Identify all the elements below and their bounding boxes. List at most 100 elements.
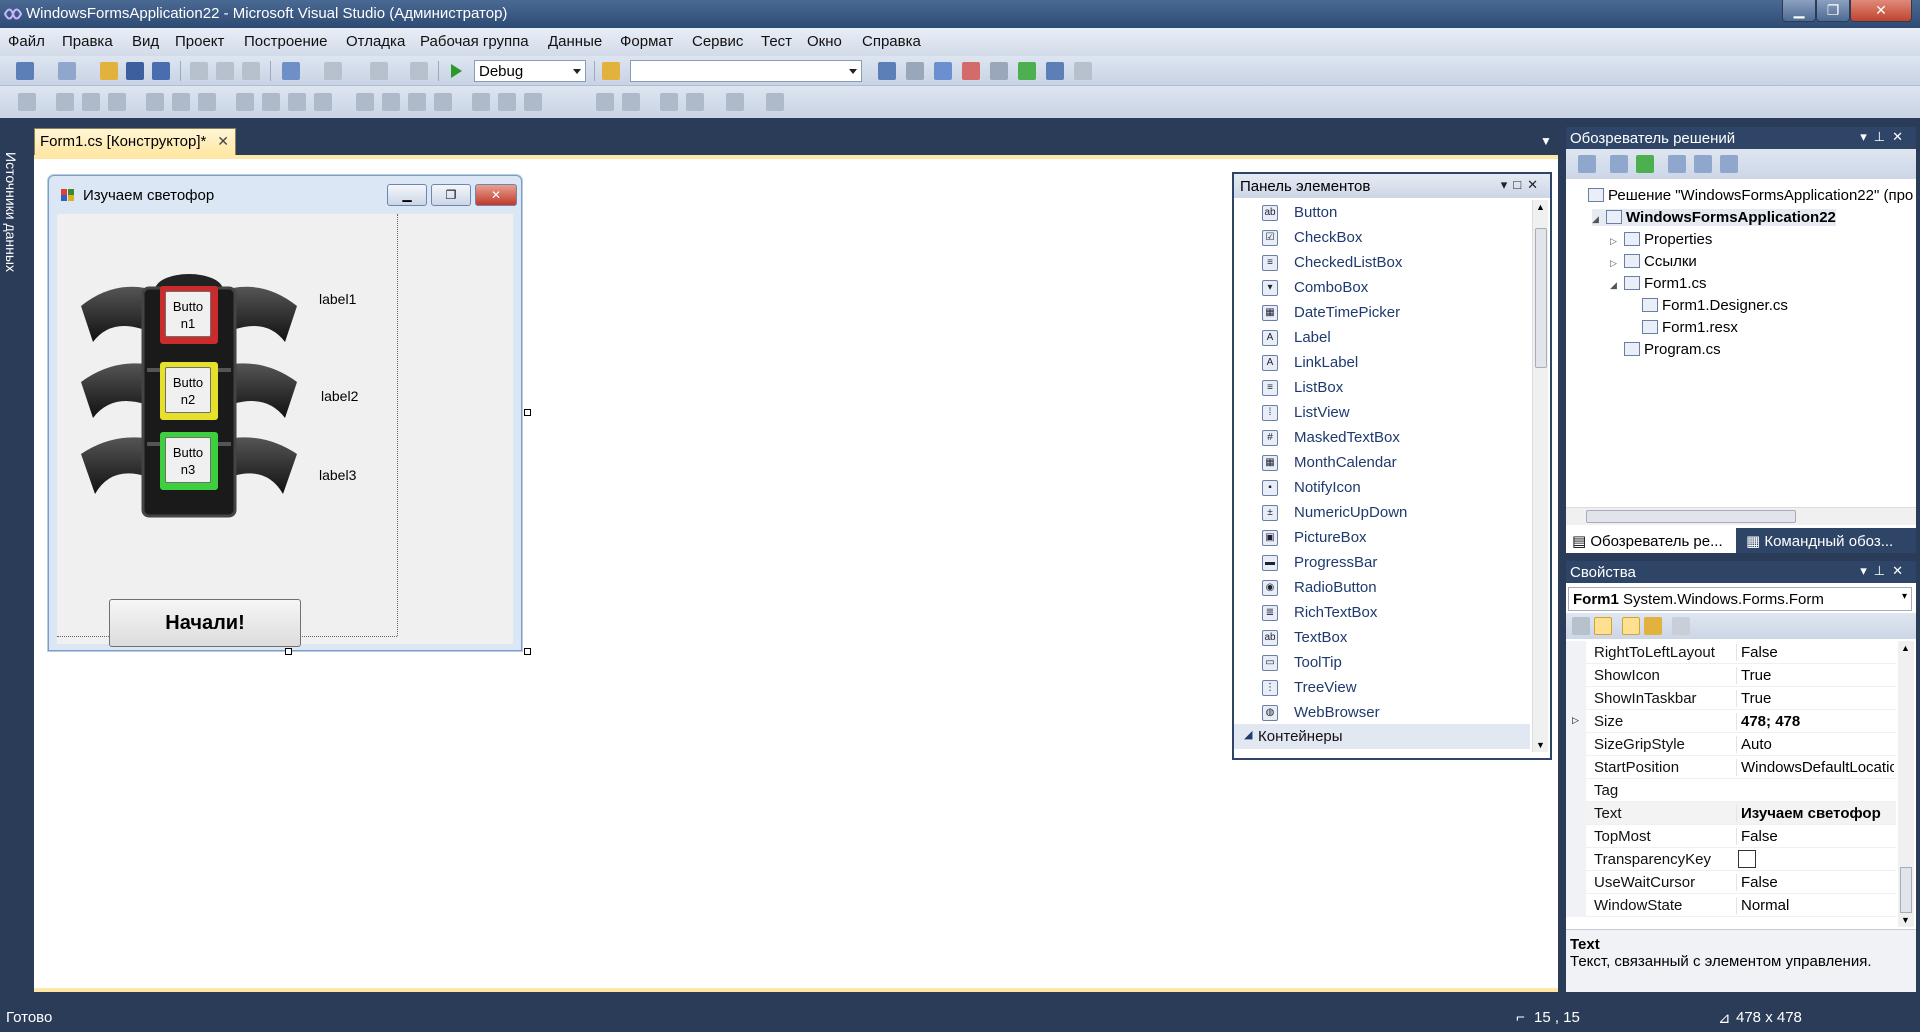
categorized-icon[interactable] (1572, 617, 1590, 635)
decrease-horizontal-spacing-icon[interactable] (408, 93, 426, 111)
alphabetical-icon[interactable] (1594, 617, 1612, 635)
copy-icon[interactable] (216, 62, 234, 80)
menu-item[interactable]: Вид (132, 33, 159, 50)
cut-icon[interactable] (190, 62, 208, 80)
panel-buttons[interactable]: ▾□✕ (1501, 177, 1544, 193)
toolbox-item-numericupdown[interactable]: ± NumericUpDown (1234, 500, 1530, 525)
menu-item[interactable]: Проект (175, 33, 224, 50)
menu-item[interactable]: Справка (862, 33, 921, 50)
property-value[interactable]: Normal (1736, 897, 1894, 914)
menu-item[interactable]: Построение (244, 33, 328, 50)
menu-item[interactable]: Данные (548, 33, 602, 50)
center-vertically-icon[interactable] (622, 93, 640, 111)
toolbox-item-richtextbox[interactable]: ≣ RichTextBox (1234, 600, 1530, 625)
toolbox-scrollbar[interactable]: ▲ ▼ (1532, 200, 1548, 752)
make-same-width-icon[interactable] (236, 93, 254, 111)
menu-item[interactable]: Тест (761, 33, 792, 50)
resize-handle-right[interactable] (524, 409, 531, 416)
property-value[interactable]: WindowsDefaultLocatic (1736, 759, 1894, 776)
toolbox-item-combobox[interactable]: ▾ ComboBox (1234, 275, 1530, 300)
align-centers-icon[interactable] (82, 93, 100, 111)
property-value[interactable]: Изучаем светофор (1736, 805, 1894, 822)
close-tab-icon[interactable]: ✕ (217, 133, 229, 150)
properties-scrollbar[interactable]: ▲ ▼ (1898, 641, 1914, 927)
solution-node[interactable]: Form1.resx (1628, 319, 1738, 336)
property-row-startposition[interactable]: StartPosition WindowsDefaultLocatic (1566, 756, 1896, 779)
panel-buttons[interactable]: ▾⊥✕ (1860, 129, 1910, 145)
scrollbar-thumb[interactable] (1900, 867, 1912, 913)
property-value[interactable]: False (1736, 874, 1894, 891)
toolbox-item-datetimepicker[interactable]: ▦ DateTimePicker (1234, 300, 1530, 325)
property-value[interactable]: 478; 478 (1736, 713, 1894, 730)
toolbox-item-checkbox[interactable]: ☑ CheckBox (1234, 225, 1530, 250)
form-close-button[interactable]: ✕ (475, 184, 517, 206)
toolbox-item-tooltip[interactable]: ▭ ToolTip (1234, 650, 1530, 675)
designed-form[interactable]: Изучаем светофор ▁ ❐ ✕ Butto n1 Butto n2 B… (48, 175, 522, 651)
bring-to-front-icon[interactable] (660, 93, 678, 111)
button2[interactable]: Butto n2 (165, 367, 211, 413)
make-same-size-icon[interactable] (288, 93, 306, 111)
panel-buttons[interactable]: ▾⊥✕ (1860, 563, 1910, 579)
menu-item[interactable]: Отладка (346, 33, 405, 50)
align-bottoms-icon[interactable] (198, 93, 216, 111)
property-value[interactable]: False (1736, 828, 1894, 845)
tab-team-explorer[interactable]: ▦ Командный обоз... (1740, 528, 1916, 553)
minimize-button[interactable]: ▁ (1782, 0, 1816, 22)
property-row-showicon[interactable]: ShowIcon True (1566, 664, 1896, 687)
form-client-area[interactable]: Butto n1 Butto n2 Butto n3 label1 label2 l… (57, 214, 513, 647)
open-file-icon[interactable] (100, 62, 118, 80)
property-row-text[interactable]: Text Изучаем светофор (1566, 802, 1896, 825)
property-row-size[interactable]: ▷ Size 478; 478 (1566, 710, 1896, 733)
tab-form1-designer[interactable]: Form1.cs [Конструктор]* ✕ (34, 128, 236, 155)
color-swatch[interactable] (1738, 850, 1756, 868)
expander-icon[interactable]: ◢ (1610, 280, 1624, 291)
property-row-tag[interactable]: Tag (1566, 779, 1896, 802)
properties-view-icon[interactable] (1622, 617, 1640, 635)
undo-icon[interactable] (282, 62, 300, 80)
property-row-windowstate[interactable]: WindowState Normal (1566, 894, 1896, 917)
save-icon[interactable] (126, 62, 144, 80)
property-row-topmost[interactable]: TopMost False (1566, 825, 1896, 848)
solution-configuration-select[interactable]: Debug (474, 60, 586, 82)
toolbox-item-webbrowser[interactable]: ◍ WebBrowser (1234, 700, 1530, 725)
solution-node[interactable]: ◢ Form1.cs (1610, 275, 1707, 292)
solution-node[interactable]: Program.cs (1610, 341, 1721, 358)
toolbox-item-progressbar[interactable]: ▬ ProgressBar (1234, 550, 1530, 575)
navigate-forward-icon[interactable] (410, 62, 428, 80)
object-browser-icon[interactable] (934, 62, 952, 80)
resize-handle-corner[interactable] (524, 648, 531, 655)
align-to-grid-icon[interactable] (18, 93, 36, 111)
view-code-icon[interactable] (1668, 155, 1686, 173)
align-rights-icon[interactable] (108, 93, 126, 111)
toolbox-item-treeview[interactable]: ⋮ TreeView (1234, 675, 1530, 700)
menu-item[interactable]: Сервис (692, 33, 743, 50)
send-to-back-icon[interactable] (686, 93, 704, 111)
solution-hscrollbar[interactable] (1566, 507, 1916, 525)
button3[interactable]: Butto n3 (165, 437, 211, 483)
property-value[interactable]: False (1736, 644, 1894, 661)
property-value[interactable]: Auto (1736, 736, 1894, 753)
solution-node[interactable]: Form1.Designer.cs (1628, 297, 1788, 314)
data-sources-strip[interactable]: Источники данных (0, 122, 26, 1002)
menu-item[interactable]: Формат (620, 33, 673, 50)
toolbox-item-checkedlistbox[interactable]: ≡ CheckedListBox (1234, 250, 1530, 275)
toolbox-item-textbox[interactable]: ab TextBox (1234, 625, 1530, 650)
refresh-icon[interactable] (1636, 155, 1654, 173)
solution-node[interactable]: Решение "WindowsFormsApplication22" (про (1574, 187, 1913, 204)
menu-item[interactable]: Рабочая группа (420, 33, 529, 50)
form-minimize-button[interactable]: ▁ (387, 184, 427, 206)
menu-item[interactable]: Файл (8, 33, 45, 50)
expander-icon[interactable]: ◢ (1592, 214, 1606, 225)
extension-manager-icon[interactable] (1046, 62, 1064, 80)
start-button[interactable]: Начали! (109, 599, 301, 647)
paste-icon[interactable] (242, 62, 260, 80)
tab-solution-explorer[interactable]: ▤ Обозреватель ре... (1566, 528, 1736, 553)
toolbox-item-monthcalendar[interactable]: ▦ MonthCalendar (1234, 450, 1530, 475)
align-middles-icon[interactable] (172, 93, 190, 111)
property-value[interactable]: True (1736, 690, 1894, 707)
property-row-righttoleftlayout[interactable]: RightToLeftLayout False (1566, 641, 1896, 664)
toolbox-item-notifyicon[interactable]: ▪ NotifyIcon (1234, 475, 1530, 500)
increase-vertical-spacing-icon[interactable] (498, 93, 516, 111)
maximize-button[interactable]: ❐ (1816, 0, 1850, 22)
scrollbar-thumb[interactable] (1535, 228, 1547, 368)
